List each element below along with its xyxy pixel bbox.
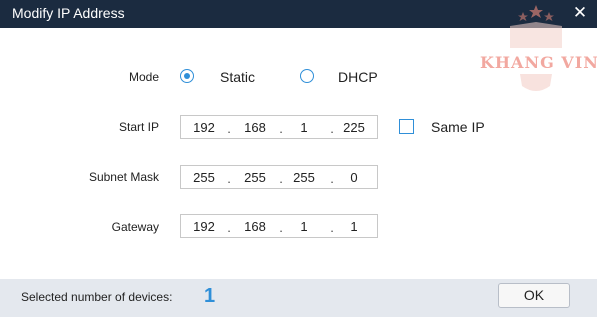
same-ip-label[interactable]: Same IP bbox=[431, 119, 485, 135]
start-ip-dot-2: . bbox=[279, 121, 283, 136]
same-ip-checkbox[interactable] bbox=[399, 119, 414, 134]
mode-label: Mode bbox=[128, 70, 159, 84]
radio-dhcp[interactable] bbox=[300, 69, 314, 83]
subnet-dot-3: . bbox=[330, 171, 334, 186]
subnet-mask-label: Subnet Mask bbox=[88, 170, 159, 184]
dialog-footer: Selected number of devices: 1 OK bbox=[0, 279, 597, 317]
window-title: Modify IP Address bbox=[12, 5, 125, 21]
start-ip-label: Start IP bbox=[118, 120, 159, 134]
watermark-text: KHANG VINH bbox=[480, 53, 597, 72]
radio-static[interactable] bbox=[180, 69, 194, 83]
gateway-dot-3: . bbox=[330, 220, 334, 235]
gateway-octet-4[interactable] bbox=[337, 215, 371, 237]
subnet-octet-3[interactable] bbox=[287, 166, 321, 188]
gateway-label: Gateway bbox=[111, 220, 159, 234]
radio-static-dot bbox=[184, 73, 190, 79]
ok-button[interactable]: OK bbox=[498, 283, 570, 308]
gateway-dot-1: . bbox=[227, 220, 231, 235]
selected-devices-count: 1 bbox=[204, 285, 216, 307]
start-ip-octet-1[interactable] bbox=[187, 116, 221, 138]
selected-devices-label: Selected number of devices: bbox=[21, 290, 173, 304]
subnet-octet-2[interactable] bbox=[238, 166, 272, 188]
watermark-logo-graphic bbox=[510, 5, 562, 91]
start-ip-octet-2[interactable] bbox=[238, 116, 272, 138]
start-ip-dot-3: . bbox=[330, 121, 334, 136]
radio-dhcp-label[interactable]: DHCP bbox=[338, 69, 378, 85]
watermark-logo: KHANG VINH bbox=[476, 4, 597, 99]
gateway-dot-2: . bbox=[279, 220, 283, 235]
subnet-octet-4[interactable] bbox=[337, 166, 371, 188]
modify-ip-dialog: Modify IP Address ✕ KHANG VINH Mode Stat… bbox=[0, 0, 597, 317]
gateway-octet-3[interactable] bbox=[287, 215, 321, 237]
gateway-field: . . . bbox=[180, 214, 378, 238]
radio-static-label[interactable]: Static bbox=[220, 69, 255, 85]
subnet-octet-1[interactable] bbox=[187, 166, 221, 188]
subnet-mask-field: . . . bbox=[180, 165, 378, 189]
start-ip-dot-1: . bbox=[227, 121, 231, 136]
gateway-octet-1[interactable] bbox=[187, 215, 221, 237]
subnet-dot-2: . bbox=[279, 171, 283, 186]
start-ip-octet-3[interactable] bbox=[287, 116, 321, 138]
subnet-dot-1: . bbox=[227, 171, 231, 186]
start-ip-octet-4[interactable] bbox=[337, 116, 371, 138]
start-ip-field: . . . bbox=[180, 115, 378, 139]
gateway-octet-2[interactable] bbox=[238, 215, 272, 237]
